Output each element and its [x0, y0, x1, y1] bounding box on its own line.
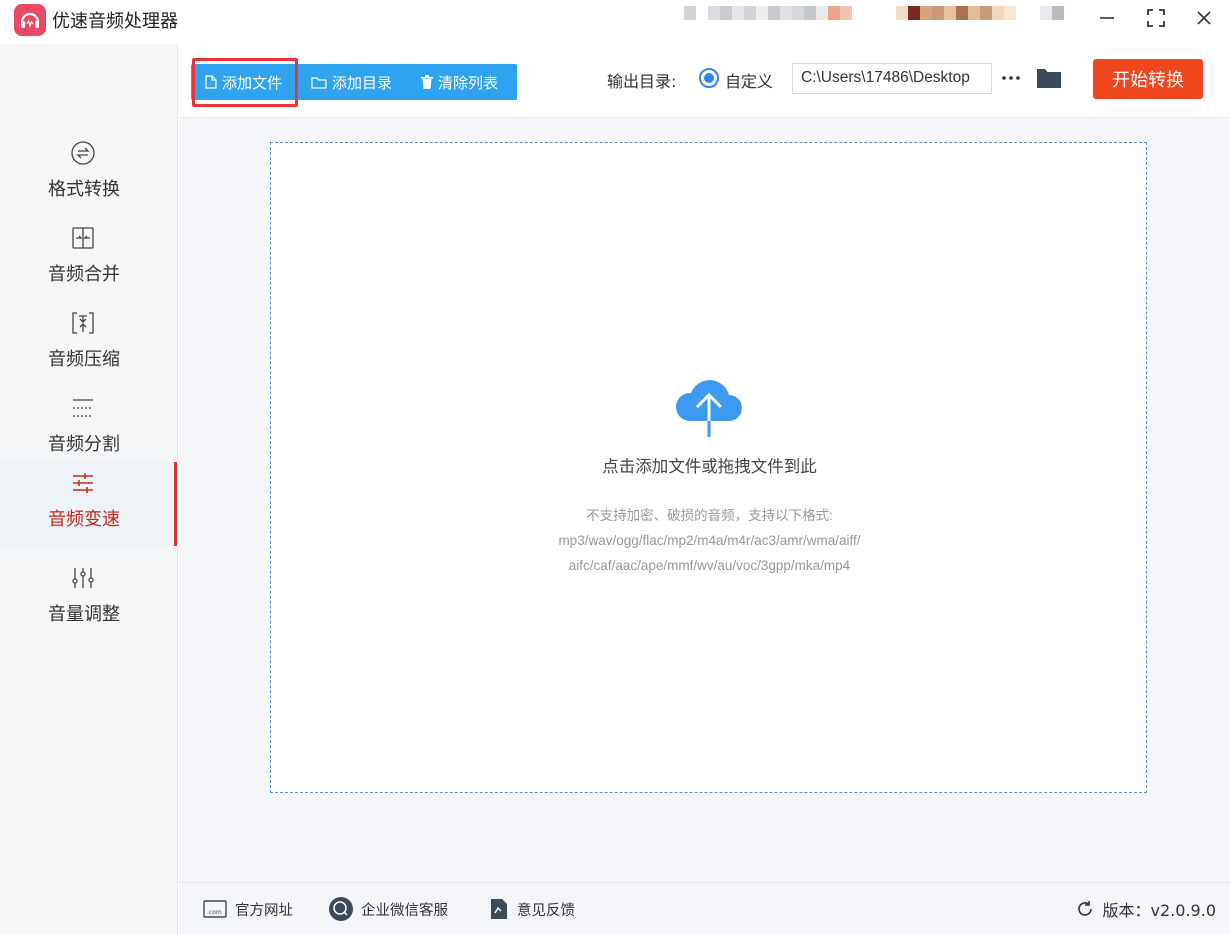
blurred-user-info — [684, 6, 852, 34]
sidebar: 格式转换 音频合并 音频压缩 音频分割 音频变速 音量调整 — [0, 44, 178, 934]
custom-radio-label[interactable]: 自定义 — [725, 68, 773, 92]
minimize-button[interactable] — [1090, 4, 1124, 32]
add-file-button[interactable]: 添加文件 — [205, 64, 282, 100]
sidebar-item-label: 音频变速 — [48, 509, 120, 530]
version-label: 版本：v2.0.9.0 — [1102, 901, 1216, 920]
sidebar-item-compress[interactable]: 音频压缩 — [0, 302, 176, 386]
sidebar-item-speed[interactable]: 音频变速 — [0, 462, 177, 546]
note-line: mp3/wav/ogg/flac/mp2/m4a/m4r/ac3/amr/wma… — [558, 533, 861, 548]
output-path-field[interactable]: C:\Users\17486\Desktop — [792, 63, 992, 94]
wechat-icon — [329, 897, 353, 921]
sidebar-item-split[interactable]: 音频分割 — [0, 387, 176, 471]
feedback-label: 意见反馈 — [517, 902, 575, 919]
version-info: 版本：v2.0.9.0 — [1075, 897, 1216, 921]
footer: .com 官方网址 企业微信客服 意见反馈 版本：v2.0.9.0 — [179, 882, 1230, 934]
sidebar-item-merge[interactable]: 音频合并 — [0, 217, 176, 301]
custom-radio[interactable] — [699, 68, 719, 88]
blurred-avatar — [896, 6, 1016, 34]
add-folder-button[interactable]: 添加目录 — [311, 64, 392, 100]
title-bar: 优速音频处理器 — [0, 0, 1230, 44]
blurred-badge — [1040, 6, 1064, 34]
sidebar-item-volume[interactable]: 音量调整 — [0, 557, 176, 641]
more-icon[interactable] — [1000, 67, 1022, 89]
website-label: 官方网址 — [235, 902, 293, 919]
website-icon: .com — [203, 900, 227, 918]
output-dir-label: 输出目录: — [607, 72, 677, 91]
sidebar-item-label: 音量调整 — [48, 604, 120, 625]
sidebar-item-label: 音频分割 — [48, 434, 120, 455]
svg-text:.com: .com — [207, 909, 222, 916]
close-button[interactable] — [1187, 4, 1221, 32]
feedback-link[interactable]: 意见反馈 — [489, 897, 575, 921]
note-line: 不支持加密、破损的音频，支持以下格式: — [586, 508, 833, 523]
minimize-icon — [1100, 17, 1114, 19]
maximize-icon — [1147, 9, 1165, 27]
file-drop-zone[interactable]: 点击添加文件或拖拽文件到此 不支持加密、破损的音频，支持以下格式: mp3/wa… — [270, 142, 1147, 793]
sidebar-item-label: 音频合并 — [48, 264, 120, 285]
wechat-label: 企业微信客服 — [361, 902, 448, 919]
app-title: 优速音频处理器 — [52, 11, 178, 32]
add-file-label: 添加文件 — [222, 73, 283, 92]
sidebar-item-label: 音频压缩 — [48, 349, 120, 370]
refresh-icon — [1077, 901, 1092, 916]
file-icon — [205, 75, 217, 89]
note-line: aifc/caf/aac/ape/mmf/wv/au/voc/3gpp/mka/… — [568, 558, 851, 573]
maximize-button[interactable] — [1139, 4, 1173, 32]
app-logo-icon — [14, 4, 46, 36]
start-convert-button[interactable]: 开始转换 — [1093, 59, 1203, 99]
volume-adjust-icon — [72, 568, 94, 588]
trash-icon — [421, 75, 433, 89]
sidebar-item-label: 格式转换 — [48, 179, 120, 200]
split-icon — [73, 399, 93, 417]
sidebar-item-format-convert[interactable]: 格式转换 — [0, 132, 176, 216]
wechat-support-link[interactable]: 企业微信客服 — [329, 897, 448, 921]
file-button-group: 添加文件 添加目录 清除列表 — [191, 64, 517, 100]
drop-zone-title: 点击添加文件或拖拽文件到此 — [602, 457, 817, 476]
main-area: 添加文件 添加目录 清除列表 输出目录: 自定义 C:\Users\17486\… — [179, 44, 1230, 934]
folder-outline-icon — [311, 76, 327, 89]
clear-list-button[interactable]: 清除列表 — [421, 64, 498, 100]
speed-icon — [73, 473, 93, 493]
clear-list-label: 清除列表 — [438, 73, 499, 92]
supported-formats-note: 不支持加密、破损的音频，支持以下格式: mp3/wav/ogg/flac/mp2… — [271, 503, 1148, 578]
toolbar: 添加文件 添加目录 清除列表 输出目录: 自定义 C:\Users\17486\… — [179, 44, 1230, 118]
format-convert-icon — [71, 141, 95, 165]
website-link[interactable]: .com 官方网址 — [203, 897, 293, 921]
feedback-icon — [491, 899, 507, 919]
cloud-upload-icon — [675, 380, 742, 437]
add-folder-label: 添加目录 — [332, 73, 393, 92]
folder-icon[interactable] — [1036, 66, 1062, 90]
close-icon — [1197, 11, 1211, 25]
merge-icon — [72, 227, 94, 249]
compress-icon — [72, 312, 94, 334]
